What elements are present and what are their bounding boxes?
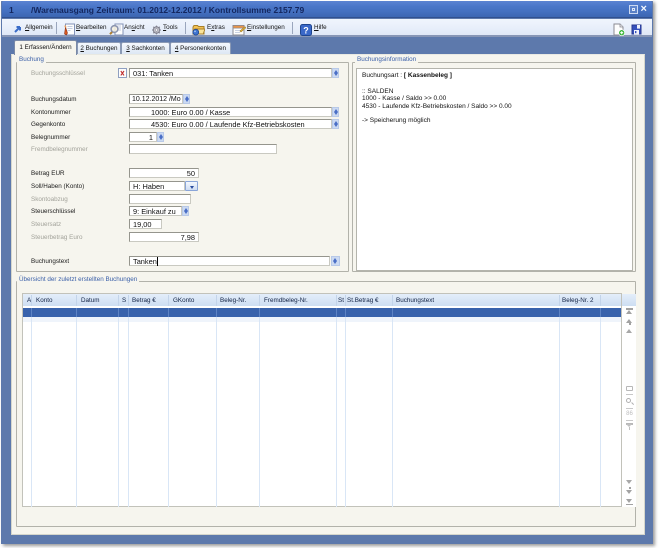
svg-text:?: ? [303,26,309,36]
